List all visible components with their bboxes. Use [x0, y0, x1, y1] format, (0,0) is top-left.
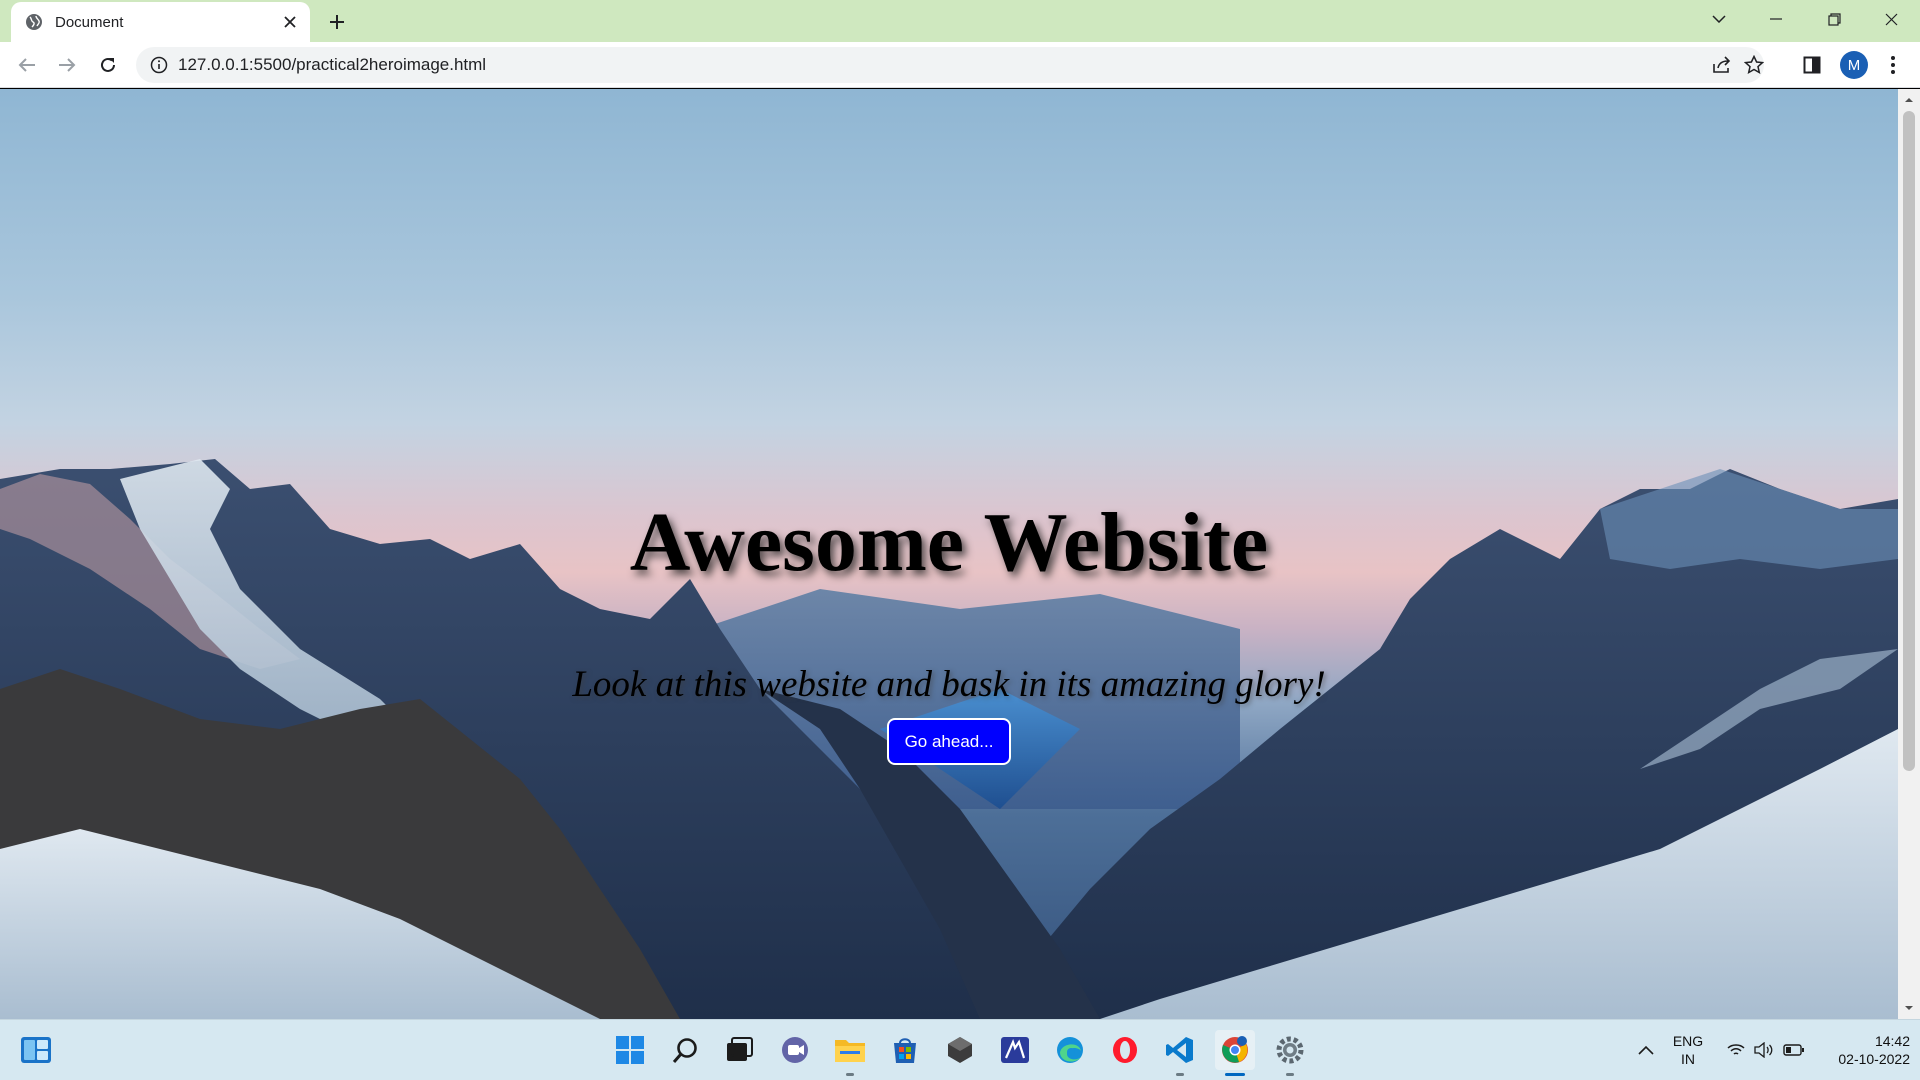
scroll-up-icon[interactable] [1904, 95, 1914, 105]
opera-icon[interactable] [1105, 1030, 1145, 1070]
side-panel-icon[interactable] [1799, 52, 1825, 78]
address-bar[interactable]: 127.0.0.1:5500/practical2heroimage.html [136, 47, 1764, 83]
settings-icon[interactable] [1270, 1030, 1310, 1076]
region-code: IN [1681, 1051, 1695, 1067]
back-icon[interactable] [10, 48, 44, 82]
vscode-icon[interactable] [1160, 1030, 1200, 1076]
new-tab-button[interactable] [322, 8, 352, 36]
scrollbar-thumb[interactable] [1903, 111, 1915, 771]
profile-avatar[interactable]: M [1840, 51, 1868, 79]
page-scrollbar[interactable] [1898, 89, 1920, 1019]
tab-search-icon[interactable] [1690, 0, 1748, 38]
app-blue-icon[interactable] [995, 1030, 1035, 1070]
hero-section: Awesome Website Look at this website and… [0, 89, 1898, 1019]
teams-chat-icon[interactable] [775, 1030, 815, 1070]
restore-icon[interactable] [1805, 0, 1863, 38]
tab-title: Document [55, 13, 124, 31]
battery-icon[interactable] [1774, 1030, 1814, 1070]
hero-subtitle: Look at this website and bask in its ama… [572, 664, 1326, 705]
widgets-icon[interactable] [16, 1030, 56, 1070]
close-window-icon[interactable] [1862, 0, 1920, 38]
browser-menu-icon[interactable] [1880, 52, 1906, 78]
running-indicator [846, 1073, 854, 1076]
running-indicator [1286, 1073, 1294, 1076]
minimize-icon[interactable] [1747, 0, 1805, 38]
scroll-down-icon[interactable] [1904, 1003, 1914, 1013]
browser-tab[interactable]: Document [11, 2, 310, 42]
globe-icon [26, 14, 42, 30]
edge-icon[interactable] [1050, 1030, 1090, 1070]
app-dark-icon[interactable] [940, 1030, 980, 1070]
language-indicator[interactable]: ENG IN [1668, 1032, 1708, 1068]
tab-strip: Document [0, 0, 1920, 42]
language-code: ENG [1672, 1033, 1704, 1049]
clock-time: 14:42 [1874, 1033, 1910, 1049]
show-hidden-icons-icon[interactable] [1626, 1030, 1666, 1070]
clock[interactable]: 14:42 02-10-2022 [1818, 1032, 1910, 1068]
start-icon[interactable] [610, 1030, 650, 1070]
clock-date: 02-10-2022 [1838, 1051, 1910, 1067]
hero-title: Awesome Website [629, 496, 1269, 589]
microsoft-store-icon[interactable] [885, 1030, 925, 1070]
task-view-icon[interactable] [720, 1030, 760, 1070]
active-indicator [1225, 1073, 1245, 1076]
running-indicator [1176, 1073, 1184, 1076]
reload-icon[interactable] [91, 48, 125, 82]
search-icon[interactable] [666, 1030, 706, 1070]
go-ahead-button[interactable]: Go ahead... [887, 718, 1011, 765]
file-explorer-icon[interactable] [830, 1030, 870, 1076]
browser-toolbar: 127.0.0.1:5500/practical2heroimage.html [0, 42, 1920, 88]
forward-icon[interactable] [50, 48, 84, 82]
close-tab-icon[interactable] [274, 6, 306, 38]
taskbar: ENG IN 14:42 02-10-2022 [0, 1019, 1920, 1080]
site-info-icon[interactable] [150, 56, 168, 74]
url-text[interactable]: 127.0.0.1:5500/practical2heroimage.html [178, 47, 486, 83]
bookmark-star-icon[interactable] [1742, 53, 1766, 77]
chrome-icon[interactable] [1215, 1030, 1255, 1076]
share-icon[interactable] [1710, 53, 1734, 77]
